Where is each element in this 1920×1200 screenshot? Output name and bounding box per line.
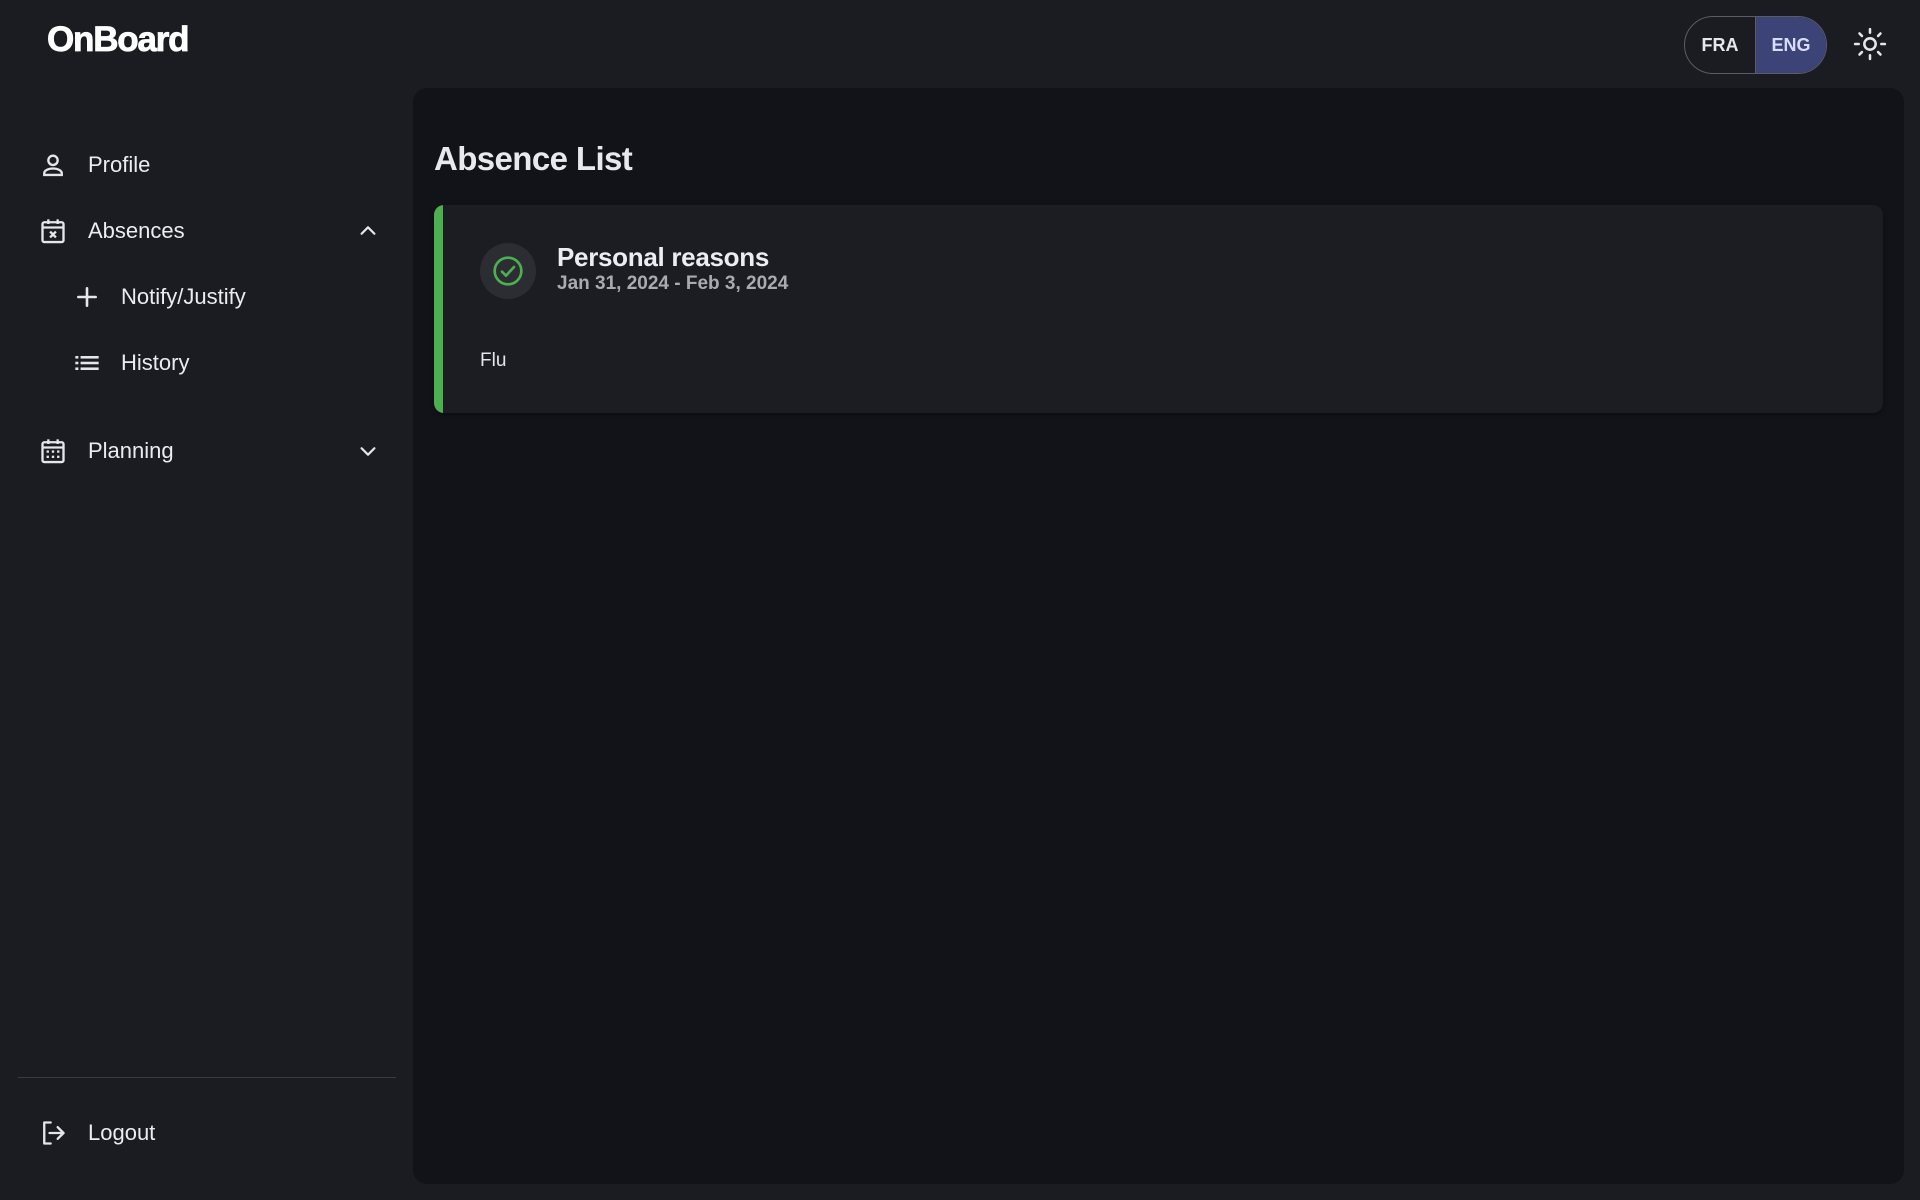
top-bar: OnBoard FRA ENG xyxy=(0,0,1920,88)
check-circle-icon xyxy=(493,256,523,286)
sidebar-item-notify-justify[interactable]: Notify/Justify xyxy=(18,269,396,325)
language-switch: FRA ENG xyxy=(1684,16,1827,74)
sidebar-item-label: Absences xyxy=(88,218,185,243)
absence-dates: Jan 31, 2024 - Feb 3, 2024 xyxy=(557,273,789,294)
sidebar: Profile Absences Notify/Justify History … xyxy=(0,88,412,1200)
plus-icon xyxy=(73,283,101,311)
sidebar-item-label: Notify/Justify xyxy=(121,284,246,309)
sidebar-item-profile[interactable]: Profile xyxy=(18,137,396,193)
chevron-down-icon xyxy=(356,439,380,463)
language-fra-button[interactable]: FRA xyxy=(1685,17,1755,73)
absence-reason: Personal reasons xyxy=(557,242,769,272)
status-badge xyxy=(480,243,536,299)
sidebar-item-history[interactable]: History xyxy=(18,335,396,391)
chevron-up-icon xyxy=(356,219,380,243)
person-icon xyxy=(39,151,67,179)
page-title: Absence List xyxy=(434,140,633,177)
logout-icon xyxy=(39,1119,67,1147)
language-eng-button[interactable]: ENG xyxy=(1755,17,1826,73)
calendar-x-icon xyxy=(39,217,67,245)
app-root: OnBoard FRA ENG Profile Absences Notify/… xyxy=(0,0,1920,1200)
sun-icon xyxy=(1853,27,1887,61)
main-panel: Absence List Personal reasons Jan 31, 20… xyxy=(413,88,1904,1184)
sidebar-item-label: Planning xyxy=(88,438,174,463)
sidebar-item-label: Profile xyxy=(88,152,151,177)
app-logo[interactable]: OnBoard xyxy=(47,20,190,60)
sidebar-item-planning[interactable]: Planning xyxy=(18,423,396,479)
theme-toggle-button[interactable] xyxy=(1851,25,1889,63)
logout-label: Logout xyxy=(88,1120,156,1145)
logout-button[interactable]: Logout xyxy=(18,1105,396,1161)
sidebar-item-absences[interactable]: Absences xyxy=(18,203,396,259)
list-icon xyxy=(73,349,101,377)
sidebar-divider xyxy=(18,1077,396,1078)
status-accent-bar xyxy=(434,205,443,413)
sidebar-item-label: History xyxy=(121,350,190,375)
absence-comment: Flu xyxy=(480,350,507,371)
absence-card[interactable]: Personal reasons Jan 31, 2024 - Feb 3, 2… xyxy=(434,205,1883,413)
calendar-grid-icon xyxy=(39,437,67,465)
